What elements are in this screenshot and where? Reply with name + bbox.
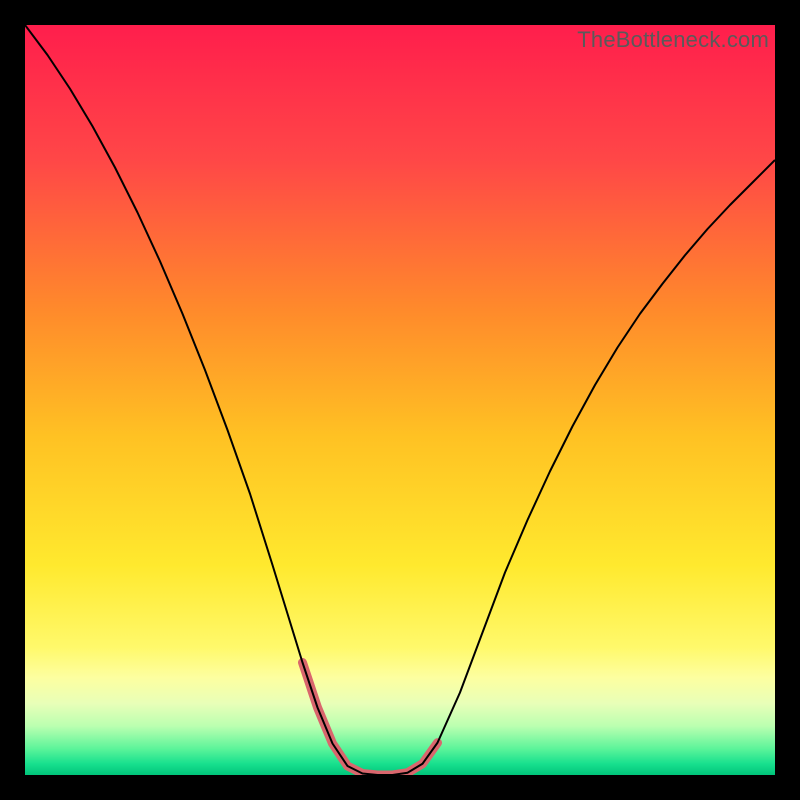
curves-layer <box>25 25 775 775</box>
chart-frame: TheBottleneck.com <box>0 0 800 800</box>
plot-area: TheBottleneck.com <box>25 25 775 775</box>
watermark-text: TheBottleneck.com <box>577 27 769 53</box>
bottleneck-curve-path <box>25 25 775 775</box>
